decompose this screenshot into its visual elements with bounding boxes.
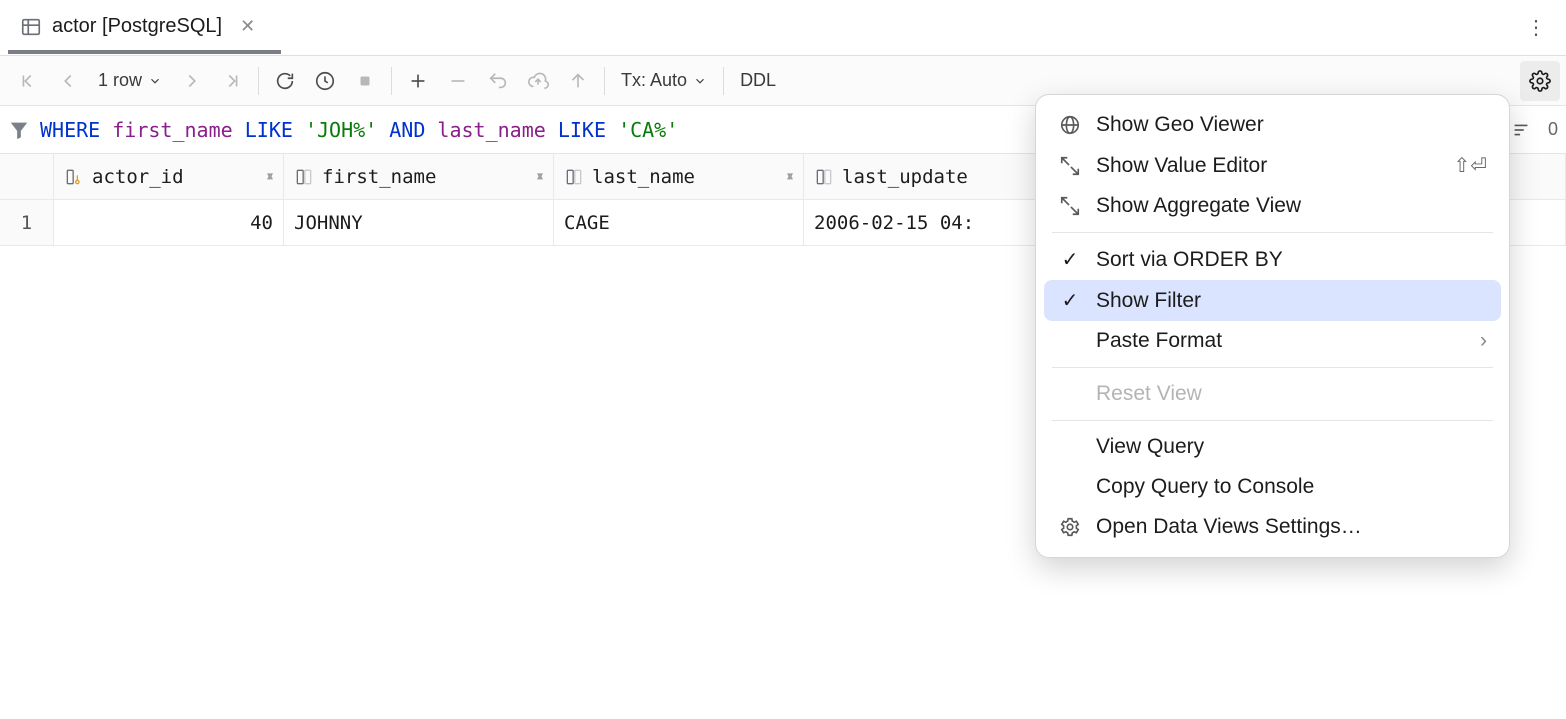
tab-close-button[interactable]: ✕ [232, 12, 263, 41]
menu-item-show-geo-viewer[interactable]: Show Geo Viewer [1044, 105, 1501, 145]
menu-separator [1052, 232, 1493, 233]
menu-item-label: Show Geo Viewer [1096, 113, 1264, 137]
undo-icon [487, 70, 509, 92]
table-icon [20, 16, 42, 38]
plus-icon [407, 70, 429, 92]
history-button[interactable] [305, 61, 345, 101]
result-count-preview: 0 [1548, 119, 1558, 140]
menu-item-label: Show Aggregate View [1096, 194, 1301, 218]
clock-icon [314, 70, 336, 92]
chevron-right-icon [181, 70, 203, 92]
menu-item-label: Open Data Views Settings… [1096, 515, 1362, 539]
add-row-button[interactable] [398, 61, 438, 101]
menu-item-label: Paste Format [1096, 329, 1222, 353]
menu-item-reset-view: Reset View [1044, 374, 1501, 414]
tx-mode-label: Tx: Auto [621, 70, 687, 91]
ddl-button[interactable]: DDL [730, 61, 786, 101]
menu-item-sort-via-order-by[interactable]: ✓ Sort via ORDER BY [1044, 239, 1501, 280]
next-page-button[interactable] [172, 61, 212, 101]
menu-item-show-aggregate-view[interactable]: Show Aggregate View [1044, 186, 1501, 226]
column-name: last_update [842, 166, 968, 188]
first-page-icon [17, 70, 39, 92]
toolbar-separator [604, 67, 605, 95]
menu-item-label: Show Filter [1096, 289, 1201, 313]
column-name: last_name [592, 166, 695, 188]
toolbar-separator [258, 67, 259, 95]
cloud-up-icon [527, 70, 549, 92]
submit-button[interactable] [558, 61, 598, 101]
menu-separator [1052, 367, 1493, 368]
column-header-last-name[interactable]: last_name ▲▼ [554, 154, 804, 200]
last-page-icon [221, 70, 243, 92]
column-icon [814, 167, 834, 187]
check-icon: ✓ [1058, 247, 1082, 272]
tab-actor[interactable]: actor [PostgreSQL] ✕ [8, 2, 281, 53]
column-name: actor_id [92, 166, 184, 188]
toolbar-separator [723, 67, 724, 95]
menu-item-show-filter[interactable]: ✓ Show Filter [1044, 280, 1501, 321]
expand-icon [1058, 194, 1082, 218]
row-number-header [0, 154, 54, 200]
row-count-label: 1 row [98, 70, 142, 91]
chevron-down-icon [693, 74, 707, 88]
tab-bar: actor [PostgreSQL] ✕ ⋮ [0, 0, 1566, 56]
chevron-down-icon [148, 74, 162, 88]
gear-icon [1529, 70, 1551, 92]
menu-item-label: Sort via ORDER BY [1096, 248, 1283, 272]
menu-item-label: Copy Query to Console [1096, 475, 1314, 499]
expand-icon [1058, 154, 1082, 178]
tab-overflow-button[interactable]: ⋮ [1514, 9, 1558, 46]
sort-icon [1510, 119, 1532, 141]
preview-pending-button[interactable] [518, 61, 558, 101]
globe-icon [1058, 113, 1082, 137]
reload-button[interactable] [265, 61, 305, 101]
last-page-button[interactable] [212, 61, 252, 101]
menu-item-copy-query-to-console[interactable]: Copy Query to Console [1044, 467, 1501, 507]
first-page-button[interactable] [8, 61, 48, 101]
prev-page-button[interactable] [48, 61, 88, 101]
column-icon [564, 167, 584, 187]
column-name: first_name [322, 166, 436, 188]
delete-row-button[interactable] [438, 61, 478, 101]
minus-icon [447, 70, 469, 92]
gear-icon [1058, 515, 1082, 539]
key-column-icon [64, 167, 84, 187]
menu-item-show-value-editor[interactable]: Show Value Editor ⇧⏎ [1044, 145, 1501, 186]
cell-first-name[interactable]: JOHNNY [284, 200, 554, 246]
row-number[interactable]: 1 [0, 200, 54, 246]
arrow-up-icon [567, 70, 589, 92]
settings-button[interactable] [1520, 61, 1560, 101]
reload-icon [274, 70, 296, 92]
menu-item-open-data-views-settings[interactable]: Open Data Views Settings… [1044, 507, 1501, 547]
column-header-first-name[interactable]: first_name ▲▼ [284, 154, 554, 200]
cell-actor-id[interactable]: 40 [54, 200, 284, 246]
menu-item-shortcut: ⇧⏎ [1453, 153, 1487, 178]
menu-item-view-query[interactable]: View Query [1044, 427, 1501, 467]
column-icon [294, 167, 314, 187]
tx-mode-dropdown[interactable]: Tx: Auto [611, 61, 717, 101]
filter-icon [8, 119, 30, 141]
toolbar-separator [391, 67, 392, 95]
menu-item-label: View Query [1096, 435, 1204, 459]
column-header-actor-id[interactable]: actor_id ▲▼ [54, 154, 284, 200]
menu-item-label: Reset View [1096, 382, 1202, 406]
settings-menu: Show Geo Viewer Show Value Editor ⇧⏎ Show A… [1035, 94, 1510, 558]
menu-item-paste-format[interactable]: Paste Format › [1044, 321, 1501, 361]
row-count-dropdown[interactable]: 1 row [88, 61, 172, 101]
stop-button[interactable] [345, 61, 385, 101]
ddl-label: DDL [740, 70, 776, 91]
menu-separator [1052, 420, 1493, 421]
chevron-right-icon: › [1480, 329, 1487, 353]
revert-button[interactable] [478, 61, 518, 101]
stop-icon [356, 72, 374, 90]
check-icon: ✓ [1058, 288, 1082, 313]
menu-item-label: Show Value Editor [1096, 154, 1267, 178]
cell-last-name[interactable]: CAGE [554, 200, 804, 246]
tab-title: actor [PostgreSQL] [52, 15, 222, 38]
chevron-left-icon [57, 70, 79, 92]
